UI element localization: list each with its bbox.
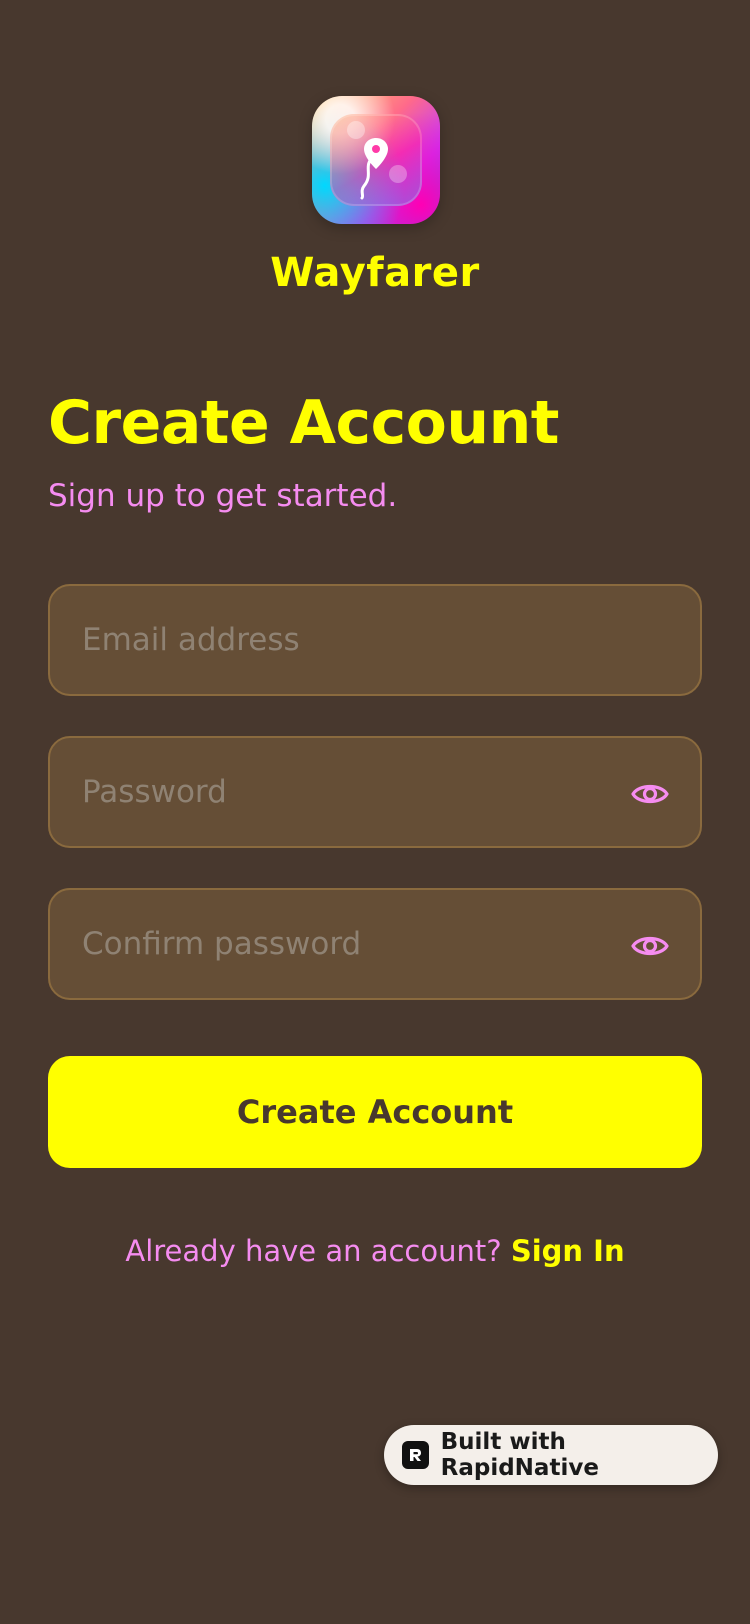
sign-in-prompt-text: Already have an account? — [125, 1234, 502, 1268]
page-subtitle: Sign up to get started. — [48, 478, 398, 514]
map-pin-route-icon — [347, 121, 407, 200]
built-with-badge[interactable]: Built with RapidNative — [384, 1425, 718, 1485]
page-title: Create Account — [48, 388, 559, 458]
create-account-button[interactable]: Create Account — [48, 1056, 702, 1168]
app-logo — [312, 96, 440, 224]
rapidnative-logo-icon — [402, 1441, 429, 1469]
eye-icon[interactable] — [630, 926, 670, 966]
confirm-password-field-container — [48, 888, 702, 1000]
sign-in-link[interactable]: Sign In — [511, 1234, 625, 1268]
email-field-container — [48, 584, 702, 696]
eye-icon[interactable] — [630, 774, 670, 814]
sign-up-screen: Wayfarer Create Account Sign up to get s… — [0, 0, 750, 1624]
email-input[interactable] — [82, 586, 642, 694]
password-field-container — [48, 736, 702, 848]
app-name: Wayfarer — [270, 250, 480, 296]
built-with-label: Built with RapidNative — [440, 1429, 599, 1481]
sign-in-prompt: Already have an account? Sign In — [0, 1234, 750, 1268]
confirm-password-input[interactable] — [82, 890, 642, 998]
password-input[interactable] — [82, 738, 642, 846]
